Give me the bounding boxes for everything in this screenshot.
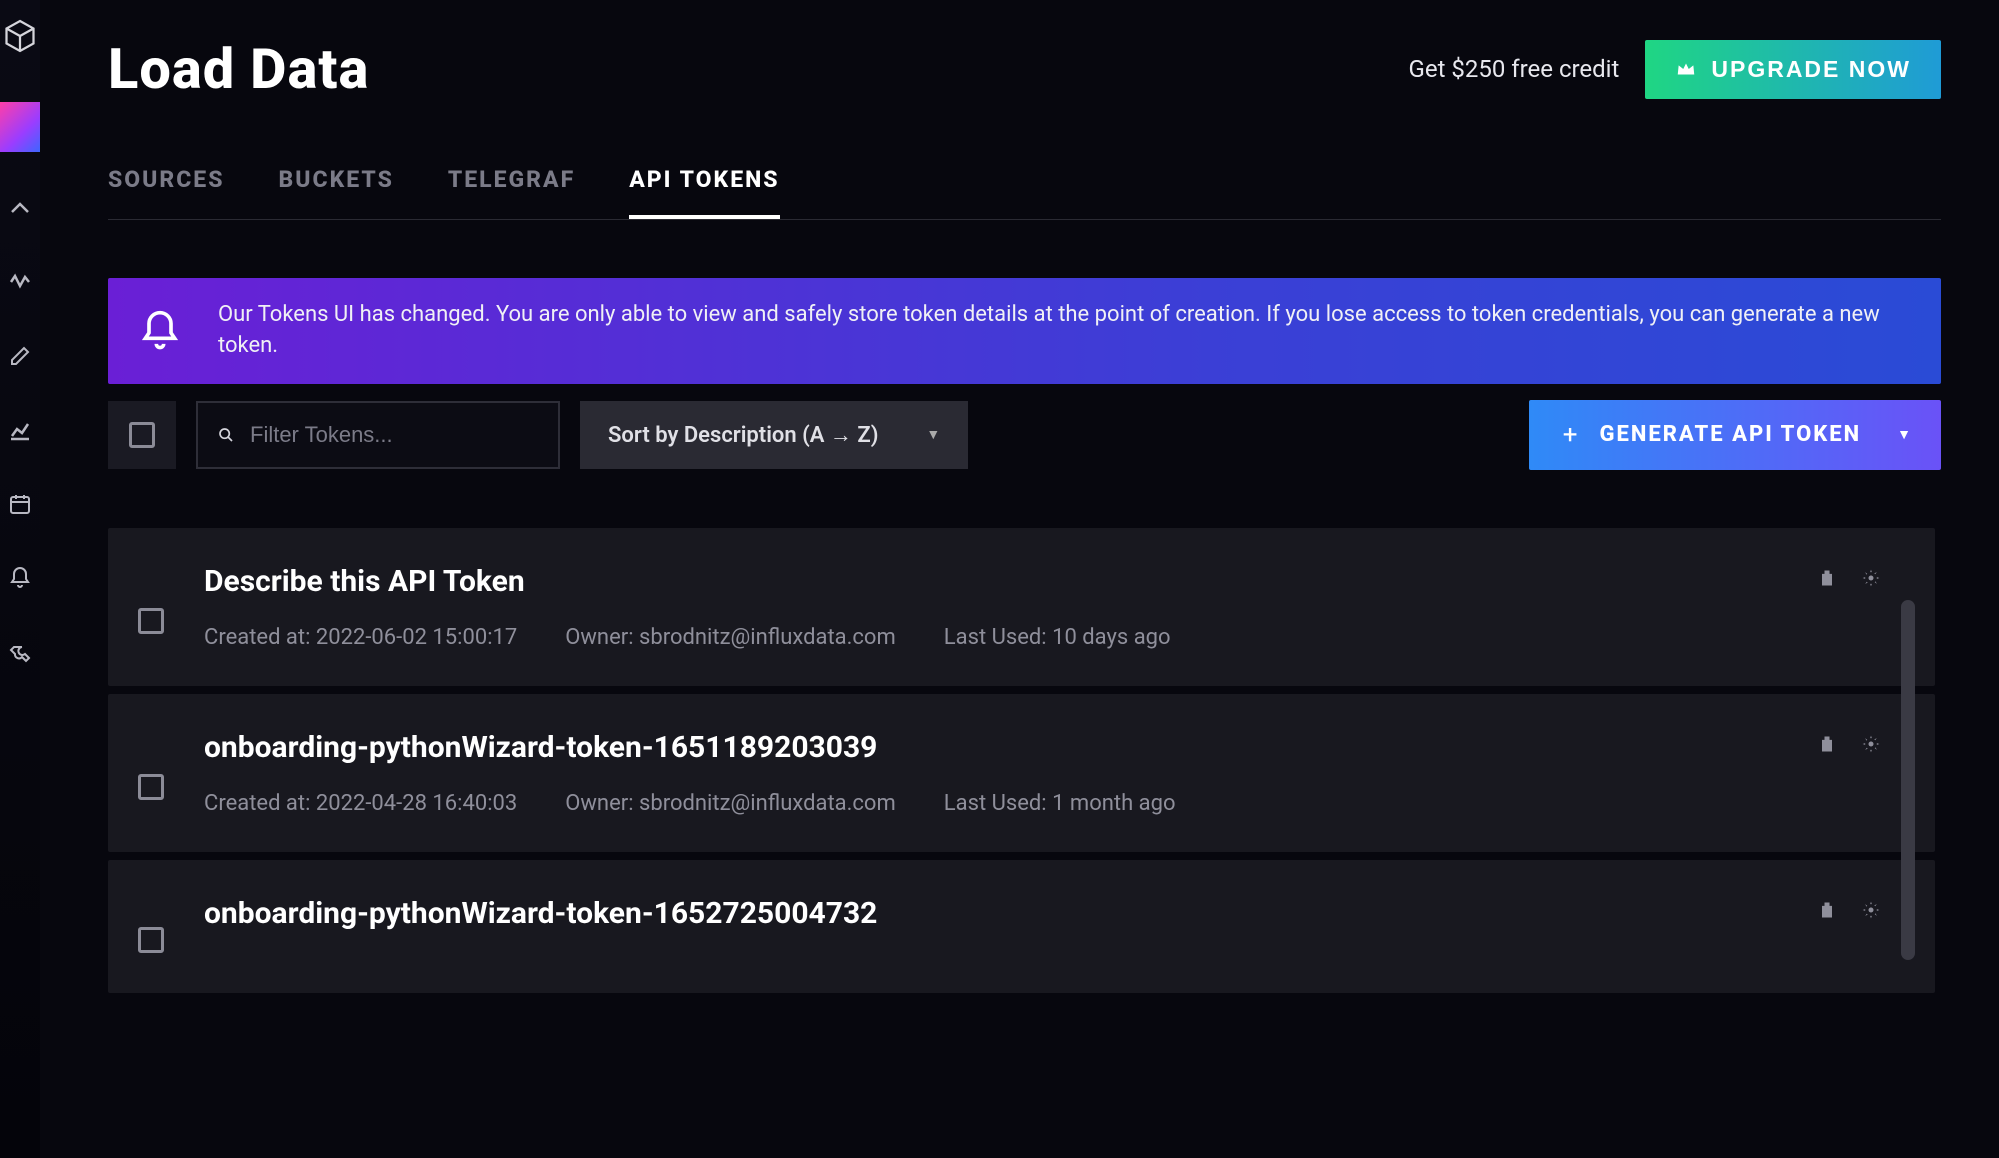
token-body: onboarding-pythonWizard-token-1652725004… [204, 896, 1817, 957]
gear-icon[interactable] [1861, 900, 1881, 920]
trash-icon[interactable] [1817, 568, 1837, 588]
trash-icon[interactable] [1817, 900, 1837, 920]
token-body: Describe this API Token Created at: 2022-… [204, 564, 1817, 650]
sidebar-item-edit[interactable] [2, 338, 38, 374]
sidebar [0, 0, 40, 1158]
token-meta: Created at: 2022-06-02 15:00:17 Owner: sb… [204, 625, 1817, 650]
generate-api-token-button[interactable]: + GENERATE API TOKEN ▼ [1529, 400, 1941, 470]
page-title: Load Data [108, 36, 369, 102]
sort-label: Sort by Description (A → Z) [608, 422, 878, 448]
filter-tokens-input[interactable] [250, 422, 538, 448]
token-actions [1817, 900, 1881, 920]
filter-input-wrap [196, 401, 560, 469]
token-name[interactable]: onboarding-pythonWizard-token-1652725004… [204, 896, 1817, 931]
token-checkbox[interactable] [138, 774, 164, 800]
plus-icon: + [1563, 420, 1580, 450]
token-row[interactable]: Describe this API Token Created at: 2022-… [108, 528, 1935, 686]
tab-sources[interactable]: SOURCES [108, 166, 225, 219]
sort-select[interactable]: Sort by Description (A → Z) ▼ [580, 401, 968, 469]
bell-icon [138, 309, 182, 353]
token-list: Describe this API Token Created at: 2022-… [108, 528, 1941, 993]
tab-buckets[interactable]: BUCKETS [279, 166, 394, 219]
token-last-used: Last Used: 10 days ago [944, 625, 1171, 650]
token-name[interactable]: onboarding-pythonWizard-token-1651189203… [204, 730, 1817, 765]
banner-text: Our Tokens UI has changed. You are only … [218, 300, 1905, 362]
sidebar-item-bell[interactable] [2, 560, 38, 596]
checkbox-icon [129, 422, 155, 448]
header-right: Get $250 free credit UPGRADE NOW [1409, 40, 1942, 99]
sidebar-item-up-arrow[interactable] [2, 190, 38, 226]
controls-row: Sort by Description (A → Z) ▼ + GENERATE… [108, 400, 1941, 470]
token-row[interactable]: onboarding-pythonWizard-token-1651189203… [108, 694, 1935, 852]
select-all-checkbox[interactable] [108, 401, 176, 469]
logo-icon[interactable] [2, 18, 38, 54]
upgrade-button[interactable]: UPGRADE NOW [1645, 40, 1941, 99]
sidebar-accent[interactable] [0, 102, 40, 152]
generate-label: GENERATE API TOKEN [1600, 422, 1862, 447]
sidebar-item-activity[interactable] [2, 264, 38, 300]
crown-icon [1675, 58, 1697, 80]
token-owner: Owner: sbrodnitz@influxdata.com [565, 625, 896, 650]
gear-icon[interactable] [1861, 734, 1881, 754]
gear-icon[interactable] [1861, 568, 1881, 588]
upgrade-label: UPGRADE NOW [1711, 56, 1911, 83]
scrollbar-thumb[interactable] [1901, 600, 1915, 960]
token-meta: Created at: 2022-04-28 16:40:03 Owner: sb… [204, 791, 1817, 816]
header: Load Data Get $250 free credit UPGRADE N… [108, 36, 1941, 102]
token-owner: Owner: sbrodnitz@influxdata.com [565, 791, 896, 816]
checkbox-icon [138, 608, 164, 634]
tab-telegraf[interactable]: TELEGRAF [448, 166, 575, 219]
token-created-at: Created at: 2022-06-02 15:00:17 [204, 625, 517, 650]
sidebar-item-calendar[interactable] [2, 486, 38, 522]
sidebar-item-wrench[interactable] [2, 634, 38, 670]
tabs: SOURCES BUCKETS TELEGRAF API TOKENS [108, 166, 1941, 220]
chevron-down-icon: ▼ [1897, 426, 1913, 443]
main-content: Load Data Get $250 free credit UPGRADE N… [40, 0, 1999, 1158]
token-body: onboarding-pythonWizard-token-1651189203… [204, 730, 1817, 816]
checkbox-icon [138, 774, 164, 800]
trash-icon[interactable] [1817, 734, 1837, 754]
info-banner: Our Tokens UI has changed. You are only … [108, 278, 1941, 384]
token-checkbox[interactable] [138, 608, 164, 634]
sidebar-item-chart[interactable] [2, 412, 38, 448]
token-actions [1817, 734, 1881, 754]
token-last-used: Last Used: 1 month ago [944, 791, 1176, 816]
token-row[interactable]: onboarding-pythonWizard-token-1652725004… [108, 860, 1935, 993]
checkbox-icon [138, 927, 164, 953]
chevron-down-icon: ▼ [926, 426, 940, 443]
search-icon [218, 424, 234, 446]
token-name[interactable]: Describe this API Token [204, 564, 1817, 599]
token-created-at: Created at: 2022-04-28 16:40:03 [204, 791, 517, 816]
tab-api-tokens[interactable]: API TOKENS [629, 166, 779, 219]
token-actions [1817, 568, 1881, 588]
credit-text: Get $250 free credit [1409, 55, 1620, 83]
token-checkbox[interactable] [138, 927, 164, 953]
